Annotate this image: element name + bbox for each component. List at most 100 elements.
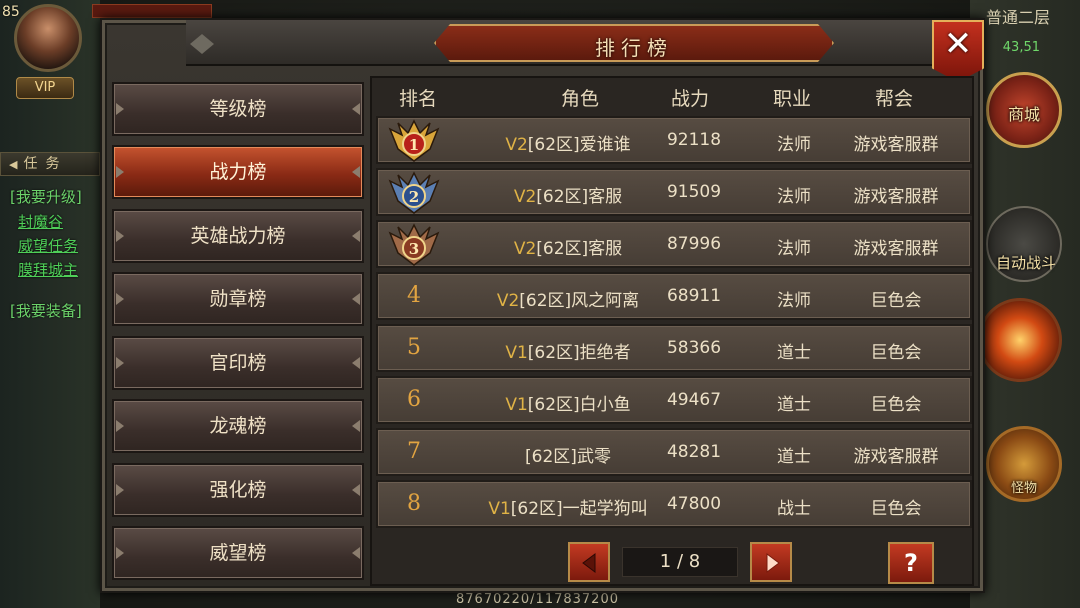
job-cell: 法师 bbox=[777, 187, 811, 207]
panel-title: 排行榜 bbox=[595, 36, 673, 60]
quest-tab-label: 任务 bbox=[23, 156, 68, 172]
guild-cell: 游戏客服群 bbox=[853, 135, 939, 155]
title-bar: 排行榜 bbox=[186, 20, 946, 66]
shop-button[interactable]: 商城 bbox=[986, 72, 1062, 148]
quest-line[interactable]: 封魔谷 bbox=[18, 211, 63, 232]
rank-cell: 4 bbox=[407, 283, 421, 308]
auto-battle-label: 自动战斗 bbox=[995, 254, 1056, 272]
rank-medal-icon: 2 bbox=[388, 171, 440, 214]
title-plate: 排行榜 bbox=[434, 24, 834, 62]
rank-medal-number: 3 bbox=[409, 240, 419, 258]
arrow-right-icon bbox=[766, 553, 780, 573]
column-header-rank: 排名 bbox=[398, 88, 437, 110]
rank-medal-icon: 3 bbox=[388, 223, 440, 266]
table-row[interactable]: 1 V2[62区]爱谁谁 92118 法师 游戏客服群 bbox=[376, 116, 972, 164]
quest-line[interactable]: [我要装备] bbox=[10, 300, 82, 321]
power-cell: 68911 bbox=[666, 286, 722, 306]
power-cell: 49467 bbox=[666, 390, 722, 410]
tab-medal-rank[interactable]: 勋章榜 bbox=[112, 272, 364, 326]
next-page-button[interactable] bbox=[750, 542, 792, 582]
column-header-job: 职业 bbox=[772, 88, 811, 110]
tab-level-rank[interactable]: 等级榜 bbox=[112, 82, 364, 136]
rank-medal-number: 2 bbox=[409, 188, 419, 206]
table-row[interactable]: 3 V2[62区]客服 87996 法师 游戏客服群 bbox=[376, 220, 972, 268]
table-row[interactable]: 2 V2[62区]客服 91509 法师 游戏客服群 bbox=[376, 168, 972, 216]
quest-tab[interactable]: ◀ 任务 bbox=[0, 152, 100, 176]
rank-medal-number: 1 bbox=[409, 136, 419, 154]
table-row[interactable]: 5 V1[62区]拒绝者 58366 道士 巨色会 bbox=[376, 324, 972, 372]
rank-cell: 8 bbox=[407, 491, 421, 516]
ranking-category-list: 等级榜 战力榜 英雄战力榜 勋章榜 官印榜 龙魂榜 强化榜 威望榜 bbox=[112, 76, 364, 586]
table-row[interactable]: 4 V2[62区]风之阿离 68911 法师 巨色会 bbox=[376, 272, 972, 320]
table-header: 排名 角色 战力 职业 帮会 bbox=[372, 78, 972, 116]
vip-tag: V2 bbox=[513, 239, 537, 259]
pagination: 1 / 8 ? bbox=[372, 542, 972, 586]
monster-label: 怪物 bbox=[1010, 481, 1037, 496]
column-header-power: 战力 bbox=[670, 88, 709, 110]
arrow-left-icon bbox=[582, 553, 596, 573]
tab-enhance-rank[interactable]: 强化榜 bbox=[112, 463, 364, 517]
table-row[interactable]: 8 V1[62区]一起学狗叫 47800 战士 巨色会 bbox=[376, 480, 972, 528]
tab-dragon-soul-rank[interactable]: 龙魂榜 bbox=[112, 399, 364, 453]
tab-power-rank[interactable]: 战力榜 bbox=[112, 145, 364, 199]
role-name: [62区]白小鱼 bbox=[527, 395, 631, 415]
chevron-left-icon: ◀ bbox=[9, 158, 18, 171]
tab-prestige-rank[interactable]: 威望榜 bbox=[112, 526, 364, 580]
role-name: [62区]客服 bbox=[536, 187, 623, 207]
quest-line[interactable]: 膜拜城主 bbox=[18, 259, 78, 280]
power-cell: 58366 bbox=[666, 338, 722, 358]
tab-seal-rank[interactable]: 官印榜 bbox=[112, 336, 364, 390]
left-hud: 85 VIP ◀ 任务 [我要升级] 封魔谷 威望任务 膜拜城主 [我要装备] bbox=[0, 0, 100, 608]
guild-cell: 巨色会 bbox=[870, 291, 922, 311]
role-name: [62区]客服 bbox=[536, 239, 623, 259]
ranking-panel: 排行榜 ✕ 等级榜 战力榜 英雄战力榜 勋章榜 官印榜 龙魂榜 强化榜 威望榜 … bbox=[100, 18, 985, 593]
role-name: [62区]爱谁谁 bbox=[527, 135, 631, 155]
tab-hero-power-rank[interactable]: 英雄战力榜 bbox=[112, 209, 364, 263]
quest-line[interactable]: 威望任务 bbox=[18, 235, 78, 256]
table-row[interactable]: 6 V1[62区]白小鱼 49467 道士 巨色会 bbox=[376, 376, 972, 424]
role-name: [62区]一起学狗叫 bbox=[510, 499, 648, 519]
map-coords: 43,51 bbox=[1002, 40, 1040, 55]
job-cell: 道士 bbox=[777, 447, 811, 467]
rank-cell: 6 bbox=[407, 387, 421, 412]
job-cell: 法师 bbox=[777, 291, 811, 311]
guild-cell: 巨色会 bbox=[870, 499, 922, 519]
job-cell: 道士 bbox=[777, 395, 811, 415]
job-cell: 战士 bbox=[777, 499, 811, 519]
top-left-menu[interactable] bbox=[92, 4, 212, 18]
monster-button[interactable]: 怪物 bbox=[986, 426, 1062, 502]
role-name: [62区]拒绝者 bbox=[527, 343, 631, 363]
vip-tag: V1 bbox=[488, 499, 511, 519]
ranking-table: 排名 角色 战力 职业 帮会 1 V2[62区]爱谁谁 92118 法师 游戏客服群 2 V… bbox=[370, 76, 974, 586]
guild-cell: 游戏客服群 bbox=[853, 447, 939, 467]
prev-page-button[interactable] bbox=[568, 542, 610, 582]
vip-tag: V2 bbox=[496, 291, 520, 311]
power-cell: 48281 bbox=[666, 442, 722, 462]
column-header-guild: 帮会 bbox=[874, 88, 913, 110]
guild-cell: 游戏客服群 bbox=[853, 239, 939, 259]
help-button[interactable]: ? bbox=[888, 542, 934, 584]
power-cell: 87996 bbox=[666, 234, 722, 254]
power-cell: 91509 bbox=[666, 182, 722, 202]
auto-battle-button[interactable]: 自动战斗 bbox=[986, 206, 1062, 282]
page-indicator: 1 / 8 bbox=[622, 547, 738, 577]
table-row[interactable]: 7 [62区]武零 48281 道士 游戏客服群 bbox=[376, 428, 972, 476]
vip-tag: V1 bbox=[505, 343, 528, 363]
power-cell: 92118 bbox=[666, 130, 722, 150]
vip-tag: V2 bbox=[505, 135, 528, 155]
vip-badge[interactable]: VIP bbox=[16, 77, 74, 99]
skill-button[interactable] bbox=[978, 298, 1062, 382]
guild-cell: 游戏客服群 bbox=[853, 187, 939, 207]
rank-cell: 5 bbox=[407, 335, 421, 360]
close-button[interactable]: ✕ bbox=[932, 20, 984, 82]
map-name: 普通二层 bbox=[985, 8, 1050, 27]
job-cell: 法师 bbox=[777, 135, 811, 155]
power-cell: 47800 bbox=[666, 494, 722, 514]
vip-tag: V2 bbox=[513, 187, 537, 207]
shop-label: 商城 bbox=[1007, 105, 1040, 124]
role-name: [62区]风之阿离 bbox=[519, 291, 640, 311]
ornament-icon bbox=[190, 34, 214, 54]
player-avatar[interactable] bbox=[14, 4, 82, 72]
exp-readout: 87670220/117837200 bbox=[456, 592, 619, 607]
quest-line[interactable]: [我要升级] bbox=[10, 186, 82, 207]
